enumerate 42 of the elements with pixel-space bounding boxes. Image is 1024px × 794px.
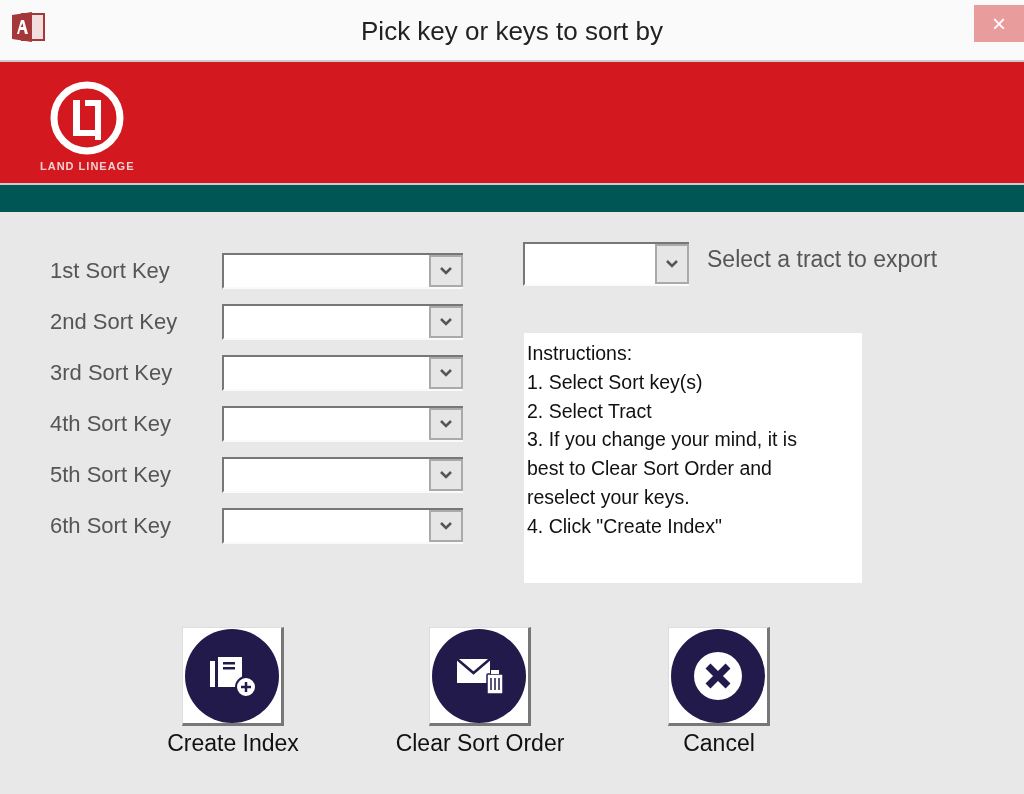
create-button[interactable] [182, 627, 284, 726]
chevron-icon [440, 522, 452, 530]
app-icon [12, 12, 46, 42]
chevron-icon [440, 369, 452, 377]
logo-icon [49, 79, 126, 156]
button-label: Create Index [167, 730, 299, 757]
sort-key-label: 5th Sort Key [50, 462, 173, 488]
button-label: Clear Sort Order [395, 730, 565, 757]
sort-key-dropdown[interactable] [222, 457, 463, 493]
sort-key-dropdown[interactable] [222, 253, 463, 289]
instruction-line: best to Clear Sort Order and [527, 456, 773, 482]
instruction-line: 2. Select Tract [527, 398, 653, 424]
sort-key-dropdown[interactable] [222, 406, 463, 442]
sort-key-label: 3rd Sort Key [50, 360, 174, 386]
envelope-trash-icon [432, 628, 526, 723]
sort-key-label: 1st Sort Key [50, 258, 171, 284]
sort-key-dropdown[interactable] [222, 355, 463, 391]
document-add-icon [185, 628, 279, 723]
sort-key-label: 2nd Sort Key [50, 309, 179, 335]
chevron-icon [440, 267, 452, 275]
sort-key-label: 4th Sort Key [50, 411, 173, 437]
instruction-line: 4. Click "Create Index" [527, 513, 723, 539]
chevron-icon [666, 260, 678, 268]
instruction-line: Instructions: [527, 341, 634, 366]
tract-dropdown[interactable] [523, 242, 689, 286]
close-button[interactable]: × [974, 5, 1024, 42]
sort-key-label: 6th Sort Key [50, 513, 173, 539]
chevron-icon [440, 471, 452, 479]
logo-text: LAND LINEAGE [40, 159, 135, 172]
sort-key-dropdown[interactable] [222, 508, 463, 544]
clear-button[interactable] [429, 627, 531, 726]
instruction-line: reselect your keys. [527, 485, 691, 510]
sort-key-dropdown[interactable] [222, 304, 463, 340]
chevron-icon [440, 318, 452, 326]
button-label: Cancel [683, 730, 755, 757]
tract-label: Select a tract to export [707, 246, 938, 273]
window-title: Pick key or keys to sort by [361, 16, 663, 47]
cancel-button[interactable] [668, 627, 770, 726]
chevron-icon [440, 420, 452, 428]
close-circle-icon [671, 628, 765, 723]
instruction-line: 3. If you change your mind, it is [527, 427, 798, 453]
instruction-line: 1. Select Sort key(s) [527, 369, 704, 395]
